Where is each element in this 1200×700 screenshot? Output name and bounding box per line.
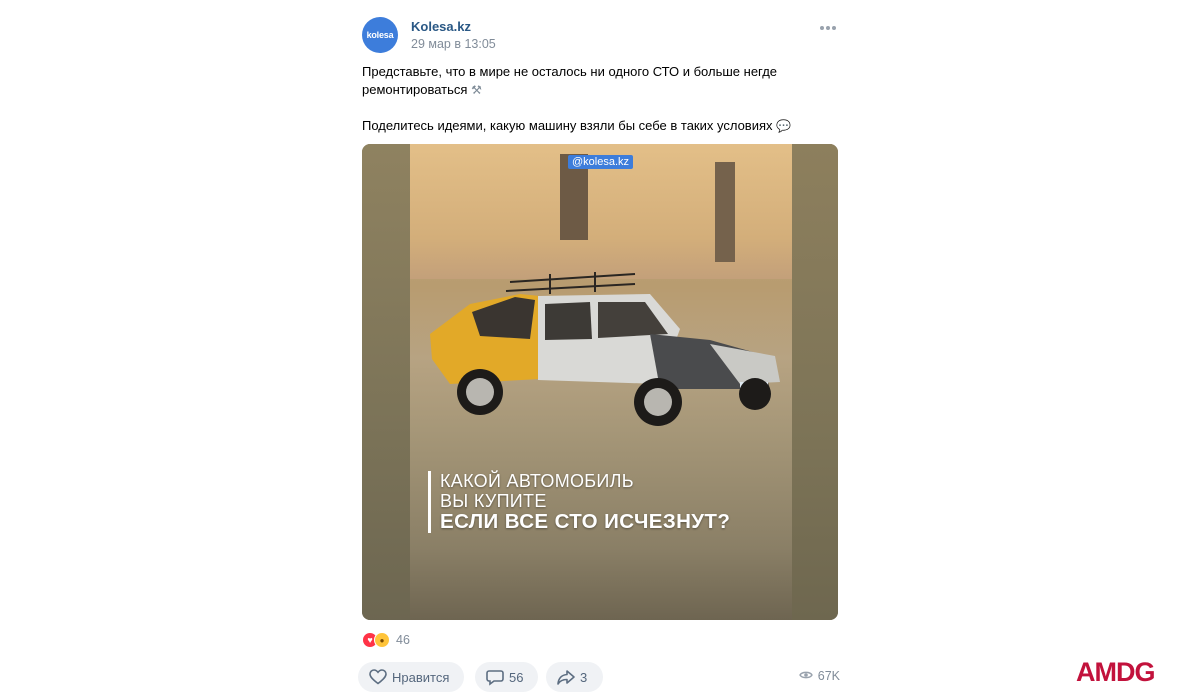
caption-accent-bar <box>428 471 431 533</box>
amdg-logo: AMDG <box>1076 657 1156 687</box>
post-card: kolesa Kolesa.kz 29 мар в 13:05 Представ… <box>358 14 840 692</box>
reactions-summary[interactable]: ♥ ● 46 <box>362 631 840 649</box>
post-image[interactable]: КАКОЙ АВТОМОБИЛЬ ВЫ КУПИТЕ ЕСЛИ ВСЕ СТО … <box>362 144 838 620</box>
views-count: 67K <box>817 669 840 683</box>
image-caption-line3: ЕСЛИ ВСЕ СТО ИСЧЕЗНУТ? <box>440 510 731 533</box>
comments-count: 56 <box>509 669 524 685</box>
post-text: Представьте, что в мире не осталось ни о… <box>362 63 802 135</box>
more-dot-icon <box>820 26 824 30</box>
reactions-count: 46 <box>396 633 410 647</box>
like-button[interactable]: Нравится <box>358 662 464 692</box>
hammer-pick-icon: ⚒ <box>471 83 482 97</box>
sad-icon: ● <box>374 632 390 648</box>
views-counter: 67K <box>798 669 840 683</box>
post-date[interactable]: 29 мар в 13:05 <box>411 37 496 51</box>
post-actions: Нравится 56 3 67K <box>358 662 840 692</box>
author-name[interactable]: Kolesa.kz <box>411 19 471 34</box>
heart-outline-icon <box>368 667 388 687</box>
post-header: kolesa Kolesa.kz 29 мар в 13:05 <box>362 14 840 56</box>
more-dot-icon <box>826 26 830 30</box>
more-options-button[interactable] <box>818 20 838 36</box>
image-caption-line1: КАКОЙ АВТОМОБИЛЬ <box>440 471 634 491</box>
eye-icon <box>798 669 813 683</box>
speech-bubble-icon: 💬 <box>776 119 792 133</box>
avatar[interactable]: kolesa <box>362 17 398 53</box>
shares-count: 3 <box>580 669 588 685</box>
post-text-line1: Представьте, что в мире не осталось ни о… <box>362 64 778 97</box>
image-caption-line2: ВЫ КУПИТЕ <box>440 491 547 511</box>
image-watermark: @kolesa.kz <box>568 155 634 169</box>
car-illustration <box>430 272 780 426</box>
image-blur-left <box>362 144 410 620</box>
share-icon <box>556 667 576 687</box>
like-label: Нравится <box>392 669 450 685</box>
post-text-line2: Поделитесь идеями, какую машину взяли бы… <box>362 118 773 133</box>
more-dot-icon <box>832 26 836 30</box>
image-photo: КАКОЙ АВТОМОБИЛЬ ВЫ КУПИТЕ ЕСЛИ ВСЕ СТО … <box>410 144 792 620</box>
avatar-text: kolesa <box>366 30 394 40</box>
image-blur-right <box>792 144 838 620</box>
share-button[interactable]: 3 <box>546 662 603 692</box>
comment-icon <box>485 667 505 687</box>
comment-button[interactable]: 56 <box>475 662 538 692</box>
